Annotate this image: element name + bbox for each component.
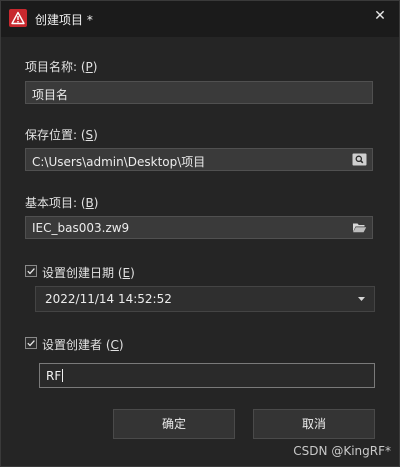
window-title: 创建项目 * bbox=[35, 13, 93, 27]
set-creator-checkbox[interactable]: 设置创建者 (C) bbox=[25, 335, 135, 352]
creator-check-box[interactable] bbox=[25, 337, 37, 349]
base-project-value: IEC_bas003.zw9 bbox=[32, 221, 130, 235]
creator-input[interactable]: RF bbox=[39, 363, 375, 388]
set-creation-date-checkbox[interactable]: 设置创建日期 (E) bbox=[25, 263, 145, 280]
project-name-input[interactable]: 项目名 bbox=[25, 81, 373, 104]
text-caret bbox=[62, 369, 64, 382]
watermark: CSDN @KingRF* bbox=[293, 444, 391, 458]
warning-triangle-icon bbox=[9, 9, 27, 27]
project-name-label: 项目名称: (P) bbox=[25, 60, 98, 74]
cancel-button[interactable]: 取消 bbox=[253, 409, 375, 439]
base-project-label: 基本项目: (B) bbox=[25, 196, 99, 210]
creation-date-label: 设置创建日期 (E) bbox=[42, 266, 135, 280]
creation-date-check-box[interactable] bbox=[25, 265, 37, 277]
creation-date-value: 2022/11/14 14:52:52 bbox=[45, 292, 172, 306]
save-location-value: C:\Users\admin\Desktop\项目 bbox=[32, 155, 206, 169]
save-location-label: 保存位置: (S) bbox=[25, 128, 98, 142]
close-icon: ✕ bbox=[374, 8, 386, 24]
create-project-dialog: 创建项目 * ✕ 项目名称: (P) 项目名 保存位置: (S) C:\User… bbox=[0, 0, 400, 467]
search-icon[interactable] bbox=[352, 153, 367, 166]
save-location-input[interactable]: C:\Users\admin\Desktop\项目 bbox=[25, 148, 373, 171]
base-project-input[interactable]: IEC_bas003.zw9 bbox=[25, 216, 373, 239]
creator-value: RF bbox=[46, 369, 62, 383]
folder-open-icon[interactable] bbox=[352, 221, 367, 234]
close-button[interactable]: ✕ bbox=[369, 5, 391, 27]
title-bar[interactable]: 创建项目 * ✕ bbox=[1, 1, 399, 37]
creation-date-picker[interactable]: 2022/11/14 14:52:52 bbox=[35, 286, 375, 312]
chevron-down-icon bbox=[358, 297, 365, 301]
ok-button[interactable]: 确定 bbox=[113, 409, 235, 439]
project-name-value: 项目名 bbox=[32, 88, 69, 102]
creator-label: 设置创建者 (C) bbox=[42, 338, 124, 352]
